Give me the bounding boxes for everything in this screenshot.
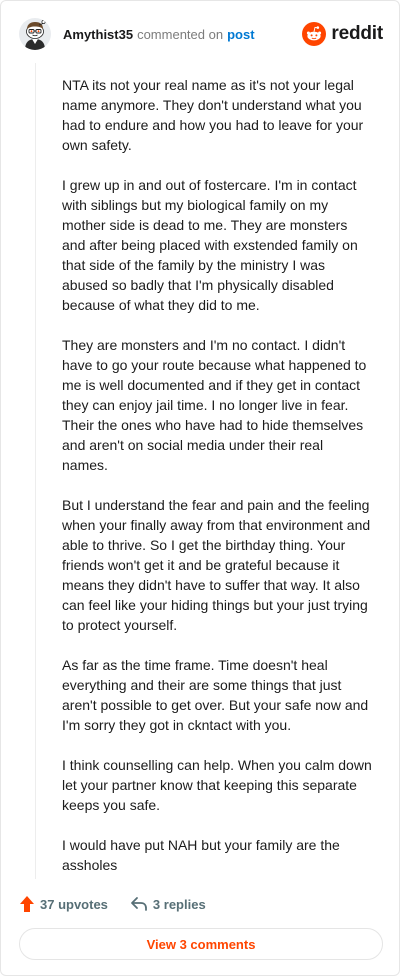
comment-paragraph: I would have put NAH but your family are…	[62, 837, 340, 873]
reddit-wordmark: reddit	[331, 23, 383, 44]
comment-paragraph: They are monsters and I'm no contact. I …	[62, 337, 367, 473]
comment-meta: Amythist35 commented on post	[63, 27, 255, 42]
comment-paragraph: As far as the time frame. Time doesn't h…	[62, 657, 369, 733]
snoo-avatar-icon	[19, 18, 51, 50]
upvote-button[interactable]: 37 upvotes	[19, 895, 108, 913]
view-comments-button[interactable]: View 3 comments	[19, 928, 383, 960]
comment-card: Amythist35 commented on post reddit NTA …	[0, 0, 400, 976]
username[interactable]: Amythist35	[63, 27, 133, 42]
upvote-count: 37 upvotes	[40, 896, 108, 912]
comment-body: NTA its not your real name as it's not y…	[62, 75, 372, 895]
comment-actions: 37 upvotes 3 replies	[19, 893, 206, 915]
post-link[interactable]: post	[227, 27, 254, 42]
comment-paragraph: I grew up in and out of fostercare. I'm …	[62, 177, 358, 313]
replies-count: 3 replies	[152, 896, 206, 912]
comment-header: Amythist35 commented on post reddit	[19, 17, 383, 51]
avatar[interactable]	[19, 18, 51, 50]
upvote-arrow-icon	[20, 896, 34, 912]
reply-arrow-icon	[131, 897, 147, 911]
thread-line[interactable]	[35, 63, 36, 879]
reddit-brand[interactable]: reddit	[302, 22, 383, 46]
reddit-logo-icon	[302, 22, 327, 46]
comment-paragraph: I think counselling can help. When you c…	[62, 757, 372, 813]
comment-paragraph: NTA its not your real name as it's not y…	[62, 77, 364, 153]
comment-paragraph: But I understand the fear and pain and t…	[62, 497, 371, 633]
commented-label: commented on	[137, 26, 224, 42]
replies-button[interactable]: 3 replies	[130, 896, 206, 912]
